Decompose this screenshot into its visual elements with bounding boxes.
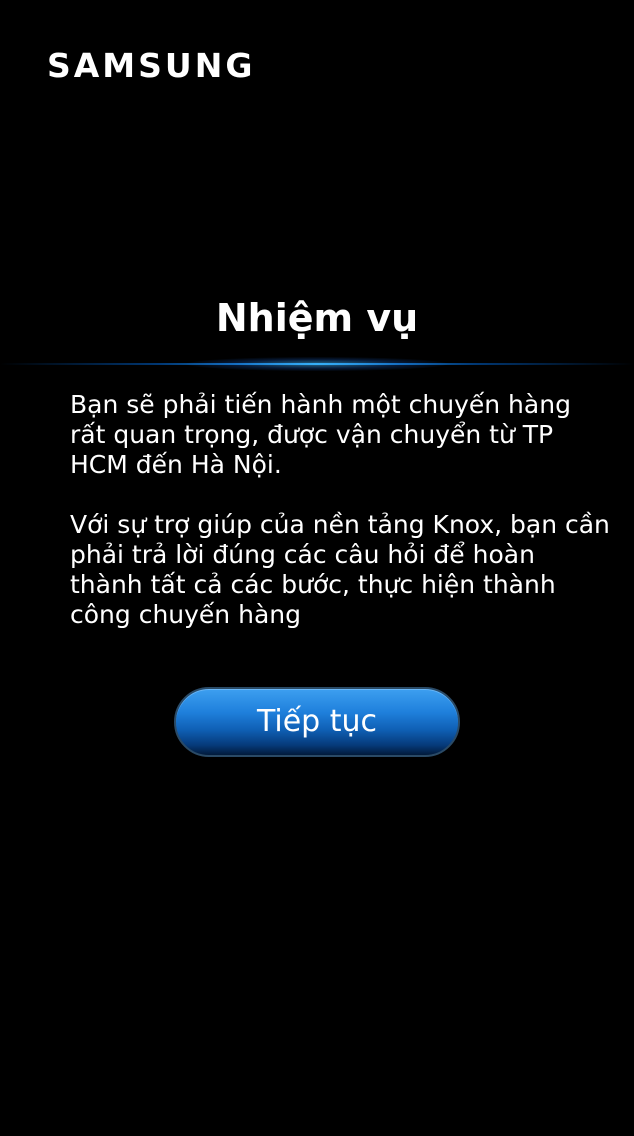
mission-paragraph-2: Với sự trợ giúp của nền tảng Knox, bạn c… xyxy=(70,510,610,629)
continue-button[interactable]: Tiếp tục xyxy=(174,687,460,757)
mission-paragraph-1: Bạn sẽ phải tiến hành một chuyến hàng rấ… xyxy=(70,390,571,479)
continue-button-label: Tiếp tục xyxy=(256,704,378,739)
page-title: Nhiệm vụ xyxy=(215,296,419,340)
mission-description: Bạn sẽ phải tiến hành một chuyến hàng rấ… xyxy=(70,390,610,630)
glow-divider-halo xyxy=(187,357,447,371)
samsung-logo: SAMSUNG xyxy=(47,46,256,85)
glow-divider xyxy=(0,357,634,371)
